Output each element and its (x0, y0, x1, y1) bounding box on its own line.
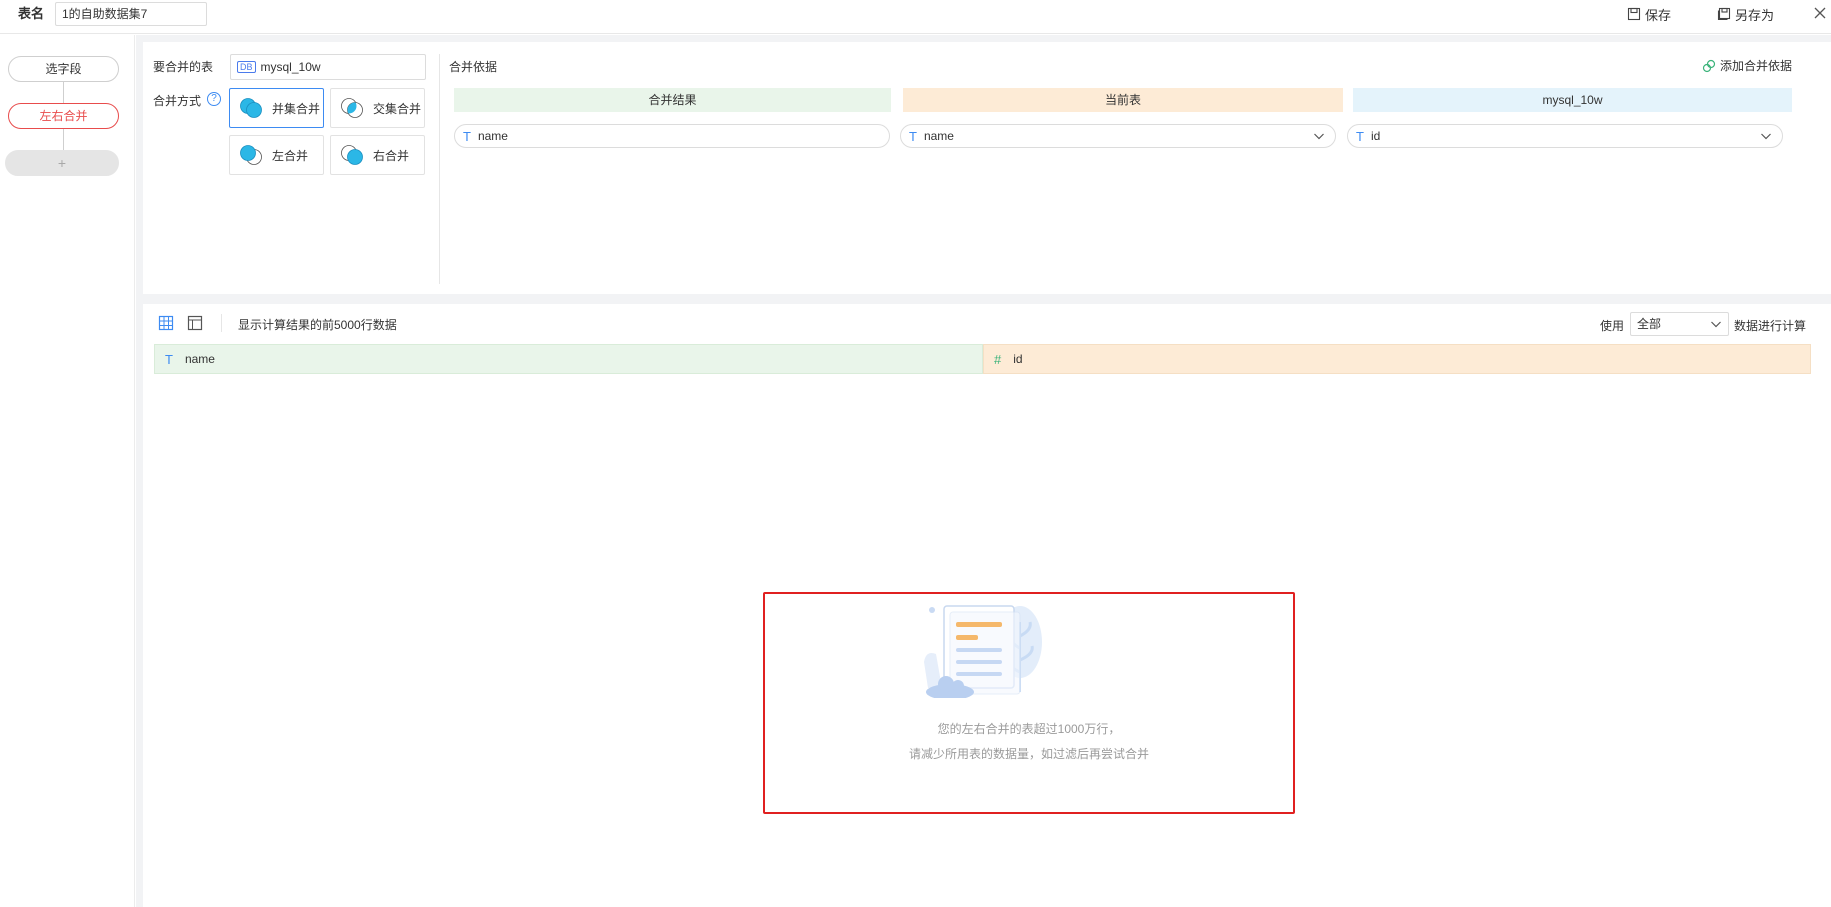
table-name-input[interactable]: 1的自助数据集7 (55, 2, 207, 26)
basis-result-field[interactable]: T name (454, 124, 890, 148)
notice-line-1: 您的左右合并的表超过1000万行， (937, 722, 1121, 736)
union-merge-icon (240, 98, 262, 118)
method-left-label: 左合并 (272, 148, 309, 163)
number-type-icon: # (994, 351, 1002, 367)
save-button[interactable]: 保存 (1627, 5, 1671, 23)
use-label: 使用 (1600, 319, 1625, 333)
config-divider (439, 54, 440, 284)
save-label: 保存 (1645, 7, 1672, 23)
toolbar-divider (221, 314, 222, 332)
method-intersect-button[interactable]: 交集合并 (330, 88, 425, 128)
chevron-down-icon (1761, 133, 1771, 140)
data-scope-value: 全部 (1637, 317, 1662, 331)
basis-target-field-value: id (1370, 129, 1381, 143)
intersect-merge-icon (341, 98, 363, 118)
method-right-button[interactable]: 右合并 (330, 135, 425, 175)
save-as-button[interactable]: 另存为 (1717, 5, 1774, 23)
save-icon (1627, 7, 1641, 21)
method-left-button[interactable]: 左合并 (229, 135, 324, 175)
flow-connector (63, 129, 64, 150)
merge-table-select[interactable]: DB mysql_10w (230, 54, 426, 80)
table-name-label: 表名 (18, 6, 45, 21)
basis-current-field-value: name (923, 129, 954, 143)
basis-result-field-value: name (477, 129, 508, 143)
right-merge-icon (341, 145, 363, 165)
method-right-label: 右合并 (373, 148, 410, 163)
chevron-down-icon (1711, 321, 1721, 328)
method-union-label: 并集合并 (272, 101, 321, 116)
basis-header-target: mysql_10w (1353, 88, 1792, 112)
calc-label: 数据进行计算 (1734, 319, 1807, 333)
flow-panel: 选字段 左右合并 + (0, 35, 135, 907)
flow-connector (63, 82, 64, 103)
add-merge-basis-label: 添加合并依据 (1720, 59, 1793, 73)
basis-target-field-select[interactable]: T id (1347, 124, 1783, 148)
merge-table-label: 要合并的表 (153, 60, 214, 74)
save-as-label: 另存为 (1735, 7, 1775, 23)
method-union-button[interactable]: 并集合并 (229, 88, 324, 128)
top-bar: 表名 1的自助数据集7 保存 另存为 (0, 0, 1831, 34)
database-icon: DB (237, 61, 256, 73)
method-intersect-label: 交集合并 (373, 101, 422, 116)
text-type-icon: T (165, 351, 173, 367)
save-as-icon (1717, 7, 1731, 21)
chevron-down-icon (1314, 133, 1324, 140)
basis-header-current: 当前表 (903, 88, 1343, 112)
basis-header-result: 合并结果 (454, 88, 891, 112)
link-add-icon (1702, 59, 1716, 72)
column-header-name-label: name (184, 352, 215, 366)
column-header-id-label: id (1013, 352, 1023, 366)
help-icon[interactable]: ? (207, 92, 221, 106)
flow-add-node-button[interactable]: + (5, 150, 119, 176)
grid-view-icon[interactable] (158, 315, 174, 331)
merge-basis-title: 合并依据 (449, 60, 498, 74)
flow-node-select-fields[interactable]: 选字段 (8, 56, 119, 82)
column-header-name[interactable]: T name (154, 344, 983, 374)
left-merge-icon (240, 145, 262, 165)
column-header-id[interactable]: # id (983, 344, 1811, 374)
empty-document-illustration (924, 605, 1042, 698)
text-type-icon: T (463, 128, 471, 144)
notice-line-2: 请减少所用表的数据量，如过滤后再尝试合并 (908, 747, 1149, 761)
preview-info-text: 显示计算结果的前5000行数据 (238, 318, 397, 332)
merge-table-value: mysql_10w (260, 60, 321, 74)
data-scope-select[interactable]: 全部 (1630, 312, 1729, 336)
empty-state-notice: 您的左右合并的表超过1000万行， 请减少所用表的数据量，如过滤后再尝试合并 (763, 592, 1295, 814)
merge-method-label: 合并方式 (153, 94, 202, 108)
close-icon[interactable] (1812, 5, 1828, 21)
flow-node-lr-merge[interactable]: 左右合并 (8, 103, 119, 129)
text-type-icon: T (1356, 128, 1364, 144)
form-view-icon[interactable] (187, 315, 203, 331)
text-type-icon: T (909, 128, 917, 144)
add-merge-basis-button[interactable]: 添加合并依据 (1702, 57, 1792, 74)
basis-current-field-select[interactable]: T name (900, 124, 1336, 148)
